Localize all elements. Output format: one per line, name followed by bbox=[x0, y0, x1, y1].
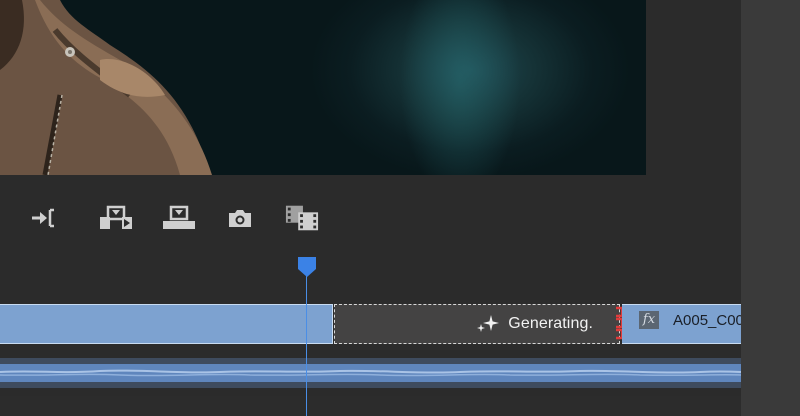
sparkle-icon bbox=[477, 315, 500, 332]
overwrite-button[interactable] bbox=[162, 202, 196, 234]
overwrite-icon bbox=[163, 205, 195, 229]
audio-track-2 bbox=[0, 396, 741, 416]
right-panel-edge bbox=[741, 0, 800, 416]
insert-button[interactable] bbox=[99, 202, 133, 234]
fx-badge[interactable]: fx bbox=[639, 311, 659, 329]
go-to-out-point-button[interactable] bbox=[26, 202, 60, 234]
monitor-toolbar bbox=[0, 196, 741, 242]
comparison-view-button[interactable] bbox=[285, 202, 319, 234]
generating-label: Generating. bbox=[508, 315, 593, 332]
audio-track[interactable] bbox=[0, 358, 741, 388]
playhead-marker[interactable] bbox=[297, 256, 317, 278]
timeline-clip-previous[interactable] bbox=[0, 304, 333, 344]
comparison-view-icon bbox=[285, 205, 319, 231]
video-frame-image bbox=[0, 0, 212, 175]
timeline-clip-next[interactable]: fx A005_C00 bbox=[622, 304, 741, 344]
timeline-panel: Generating. fx A005_C00 bbox=[0, 250, 741, 416]
clip-name: A005_C00 bbox=[673, 312, 741, 329]
export-frame-camera-icon bbox=[229, 210, 251, 227]
go-to-out-point-icon bbox=[32, 208, 54, 228]
program-monitor-area: Generating. fx A005_C00 bbox=[0, 0, 741, 416]
export-frame-button[interactable] bbox=[223, 202, 257, 234]
playhead-line[interactable] bbox=[306, 276, 307, 416]
generating-clip[interactable]: Generating. bbox=[334, 304, 620, 344]
video-preview bbox=[0, 0, 646, 175]
insert-icon bbox=[100, 205, 132, 229]
audio-waveform bbox=[0, 364, 741, 382]
